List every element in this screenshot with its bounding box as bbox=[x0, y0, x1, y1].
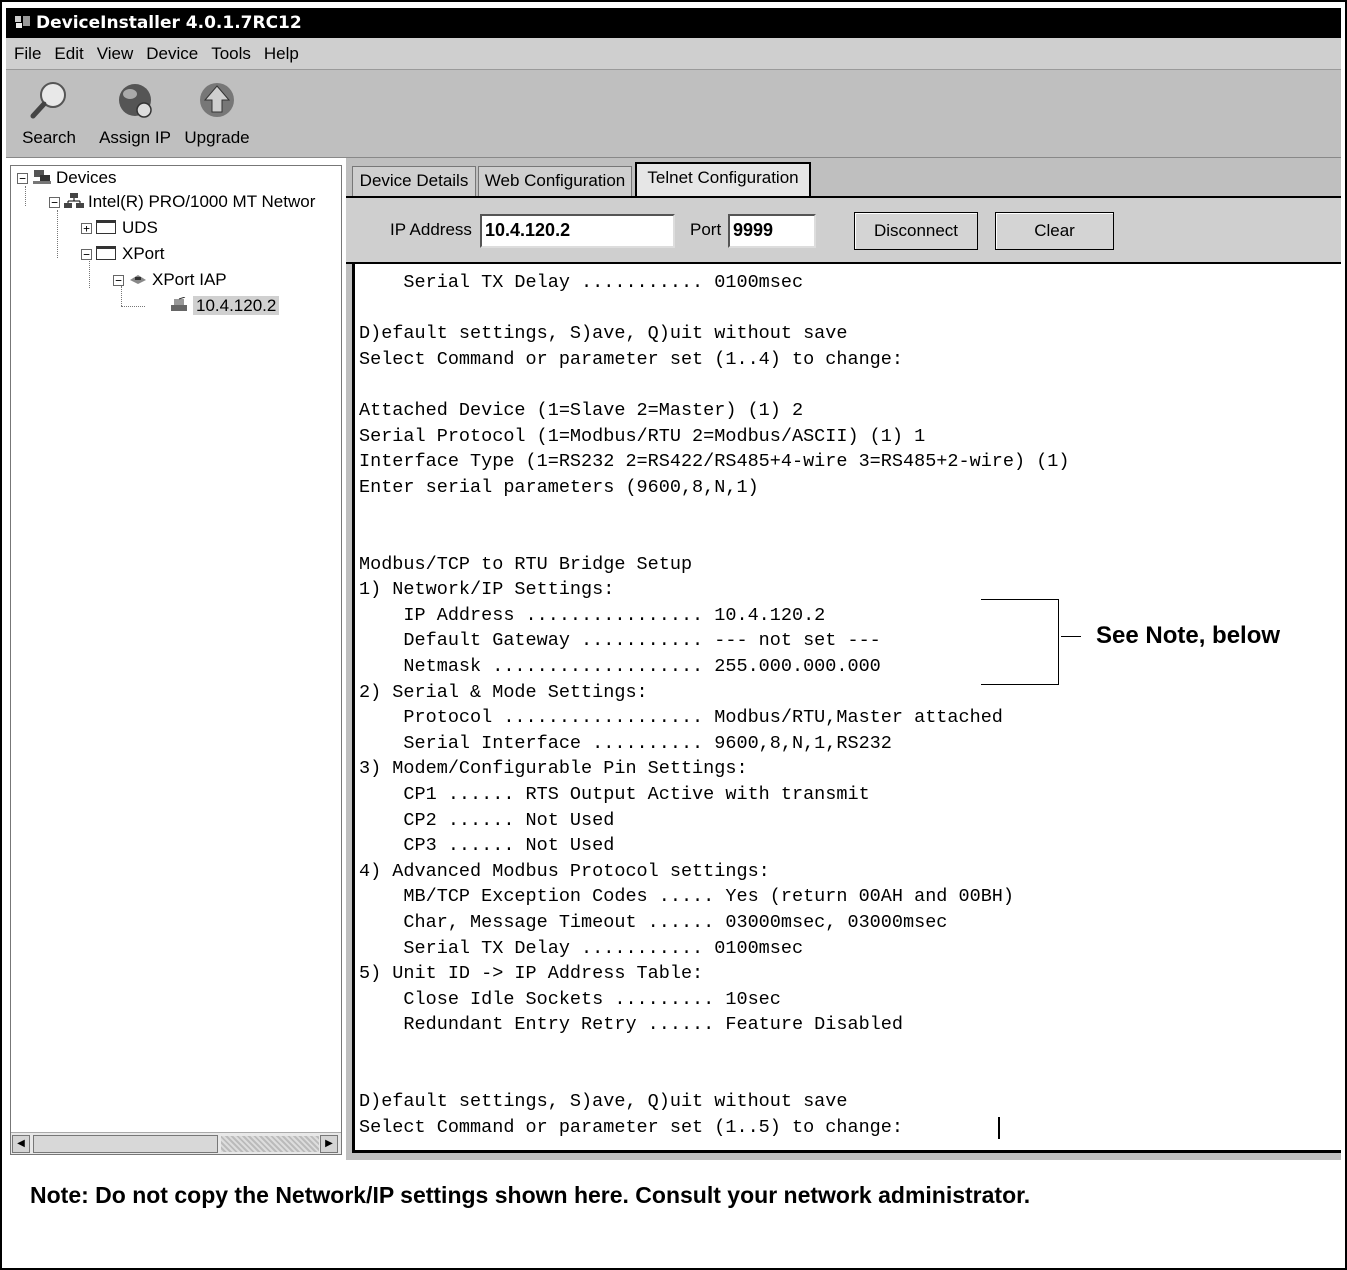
telnet-terminal[interactable]: Serial TX Delay ........... 0100msec D)e… bbox=[352, 264, 1341, 1153]
terminal-line: 1) Network/IP Settings: bbox=[359, 579, 615, 601]
terminal-line: MB/TCP Exception Codes ..... Yes (return… bbox=[359, 886, 1015, 908]
window-title: DeviceInstaller 4.0.1.7RC12 bbox=[36, 13, 302, 33]
tree-item-devices[interactable]: − Devices bbox=[17, 166, 116, 190]
terminal-line: Select Command or parameter set (1..4) t… bbox=[359, 348, 903, 370]
ip-address-field[interactable]: 10.4.120.2 bbox=[480, 214, 675, 248]
scroll-thumb[interactable] bbox=[33, 1135, 218, 1153]
tree-connector bbox=[121, 306, 145, 307]
title-bar: DeviceInstaller 4.0.1.7RC12 bbox=[6, 8, 1341, 38]
terminal-line: Serial Interface .......... 9600,8,N,1,R… bbox=[359, 732, 892, 754]
terminal-line: Serial Protocol (1=Modbus/RTU 2=Modbus/A… bbox=[359, 425, 926, 447]
selected-device-label: 10.4.120.2 bbox=[193, 296, 280, 315]
port-field[interactable]: 9999 bbox=[728, 214, 816, 248]
menu-bar: File Edit View Device Tools Help bbox=[6, 38, 1341, 70]
menu-device[interactable]: Device bbox=[138, 38, 203, 70]
folder-icon bbox=[96, 246, 116, 260]
search-icon bbox=[30, 82, 66, 119]
assign-ip-button[interactable]: Assign IP bbox=[94, 78, 176, 148]
tree-item-adapter[interactable]: − Intel(R) PRO/1000 MT Networ bbox=[49, 190, 315, 214]
device-tree: − Devices − Intel(R) PRO/1000 MT Networ + U… bbox=[10, 165, 342, 1155]
menu-file[interactable]: File bbox=[6, 38, 46, 70]
terminal-line: 4) Advanced Modbus Protocol settings: bbox=[359, 860, 770, 882]
device-icon bbox=[169, 296, 189, 312]
ip-address-label: IP Address bbox=[390, 220, 472, 239]
toolbar: Search Assign IP Upgrade bbox=[6, 70, 1341, 158]
terminal-line: Select Command or parameter set (1..5) t… bbox=[359, 1116, 915, 1138]
terminal-line: 3) Modem/Configurable Pin Settings: bbox=[359, 758, 748, 780]
disconnect-button[interactable]: Disconnect bbox=[854, 212, 978, 250]
terminal-line: Default Gateway ........... --- not set … bbox=[359, 630, 881, 652]
terminal-line: Close Idle Sockets ......... 10sec bbox=[359, 988, 781, 1010]
terminal-line: D)efault settings, S)ave, Q)uit without … bbox=[359, 323, 848, 345]
tab-strip: Device Details Web Configuration Telnet … bbox=[346, 158, 1341, 196]
terminal-line: 2) Serial & Mode Settings: bbox=[359, 681, 648, 703]
upgrade-icon bbox=[200, 83, 234, 117]
terminal-line: Redundant Entry Retry ...... Feature Dis… bbox=[359, 1014, 903, 1036]
config-panel: Device Details Web Configuration Telnet … bbox=[346, 158, 1341, 1160]
folder-icon bbox=[96, 220, 116, 234]
connection-bar: IP Address 10.4.120.2 Port 9999 Disconne… bbox=[346, 196, 1341, 264]
terminal-line: Char, Message Timeout ...... 03000msec, … bbox=[359, 912, 948, 933]
note-bracket bbox=[981, 599, 1059, 685]
xport-iap-icon bbox=[128, 270, 148, 286]
terminal-line: CP2 ...... Not Used bbox=[359, 809, 615, 831]
terminal-line: D)efault settings, S)ave, Q)uit without … bbox=[359, 1091, 848, 1113]
terminal-line: 5) Unit ID -> IP Address Table: bbox=[359, 963, 704, 985]
tree-item-xport-iap[interactable]: − XPort IAP bbox=[113, 268, 227, 292]
collapse-icon[interactable]: − bbox=[17, 173, 28, 184]
terminal-line: Netmask ................... 255.000.000.… bbox=[359, 656, 881, 677]
scroll-track[interactable] bbox=[221, 1136, 319, 1152]
tab-web-configuration[interactable]: Web Configuration bbox=[478, 166, 632, 196]
see-note-callout: See Note, below bbox=[1096, 622, 1281, 649]
tree-horizontal-scrollbar[interactable]: ◀ ▶ bbox=[11, 1132, 341, 1154]
menu-edit[interactable]: Edit bbox=[46, 38, 88, 70]
menu-view[interactable]: View bbox=[89, 38, 139, 70]
terminal-line: Protocol .................. Modbus/RTU,M… bbox=[359, 707, 1003, 729]
port-label: Port bbox=[690, 220, 722, 239]
assign-ip-icon bbox=[119, 84, 152, 118]
network-adapter-icon bbox=[64, 192, 84, 208]
devices-icon bbox=[32, 168, 52, 184]
menu-tools[interactable]: Tools bbox=[203, 38, 256, 70]
terminal-line: CP1 ...... RTS Output Active with transm… bbox=[359, 784, 870, 805]
collapse-icon[interactable]: − bbox=[81, 249, 92, 260]
tree-item-uds[interactable]: + UDS bbox=[81, 216, 158, 240]
tab-telnet-configuration[interactable]: Telnet Configuration bbox=[635, 162, 811, 196]
tree-item-device-ip[interactable]: 10.4.120.2 bbox=[169, 294, 280, 318]
note-bracket-pointer bbox=[1061, 636, 1081, 637]
text-cursor bbox=[998, 1117, 1000, 1139]
scroll-right-icon[interactable]: ▶ bbox=[320, 1135, 338, 1153]
footnote: Note: Do not copy the Network/IP setting… bbox=[30, 1182, 1031, 1208]
terminal-line: Serial TX Delay ........... 0100msec bbox=[359, 937, 804, 959]
app-icon bbox=[14, 10, 32, 28]
tree-item-xport[interactable]: − XPort bbox=[81, 242, 165, 266]
search-button[interactable]: Search bbox=[14, 78, 84, 148]
collapse-icon[interactable]: − bbox=[113, 275, 124, 286]
collapse-icon[interactable]: − bbox=[49, 197, 60, 208]
terminal-line: Attached Device (1=Slave 2=Master) (1) 2 bbox=[359, 400, 804, 421]
menu-help[interactable]: Help bbox=[256, 38, 304, 70]
terminal-line: Serial TX Delay ........... 0100msec bbox=[359, 272, 804, 293]
clear-button[interactable]: Clear bbox=[995, 212, 1114, 250]
terminal-line: IP Address ................ 10.4.120.2 bbox=[359, 604, 826, 626]
scroll-left-icon[interactable]: ◀ bbox=[12, 1135, 30, 1153]
expand-icon[interactable]: + bbox=[81, 223, 92, 234]
terminal-line: Enter serial parameters (9600,8,N,1) bbox=[359, 476, 759, 498]
terminal-line: Modbus/TCP to RTU Bridge Setup bbox=[359, 553, 693, 575]
upgrade-button[interactable]: Upgrade bbox=[180, 78, 254, 148]
terminal-line: CP3 ...... Not Used bbox=[359, 835, 615, 857]
terminal-line: Interface Type (1=RS232 2=RS422/RS485+4-… bbox=[359, 451, 1070, 473]
tab-device-details[interactable]: Device Details bbox=[352, 166, 476, 196]
tree-connector bbox=[57, 210, 58, 258]
